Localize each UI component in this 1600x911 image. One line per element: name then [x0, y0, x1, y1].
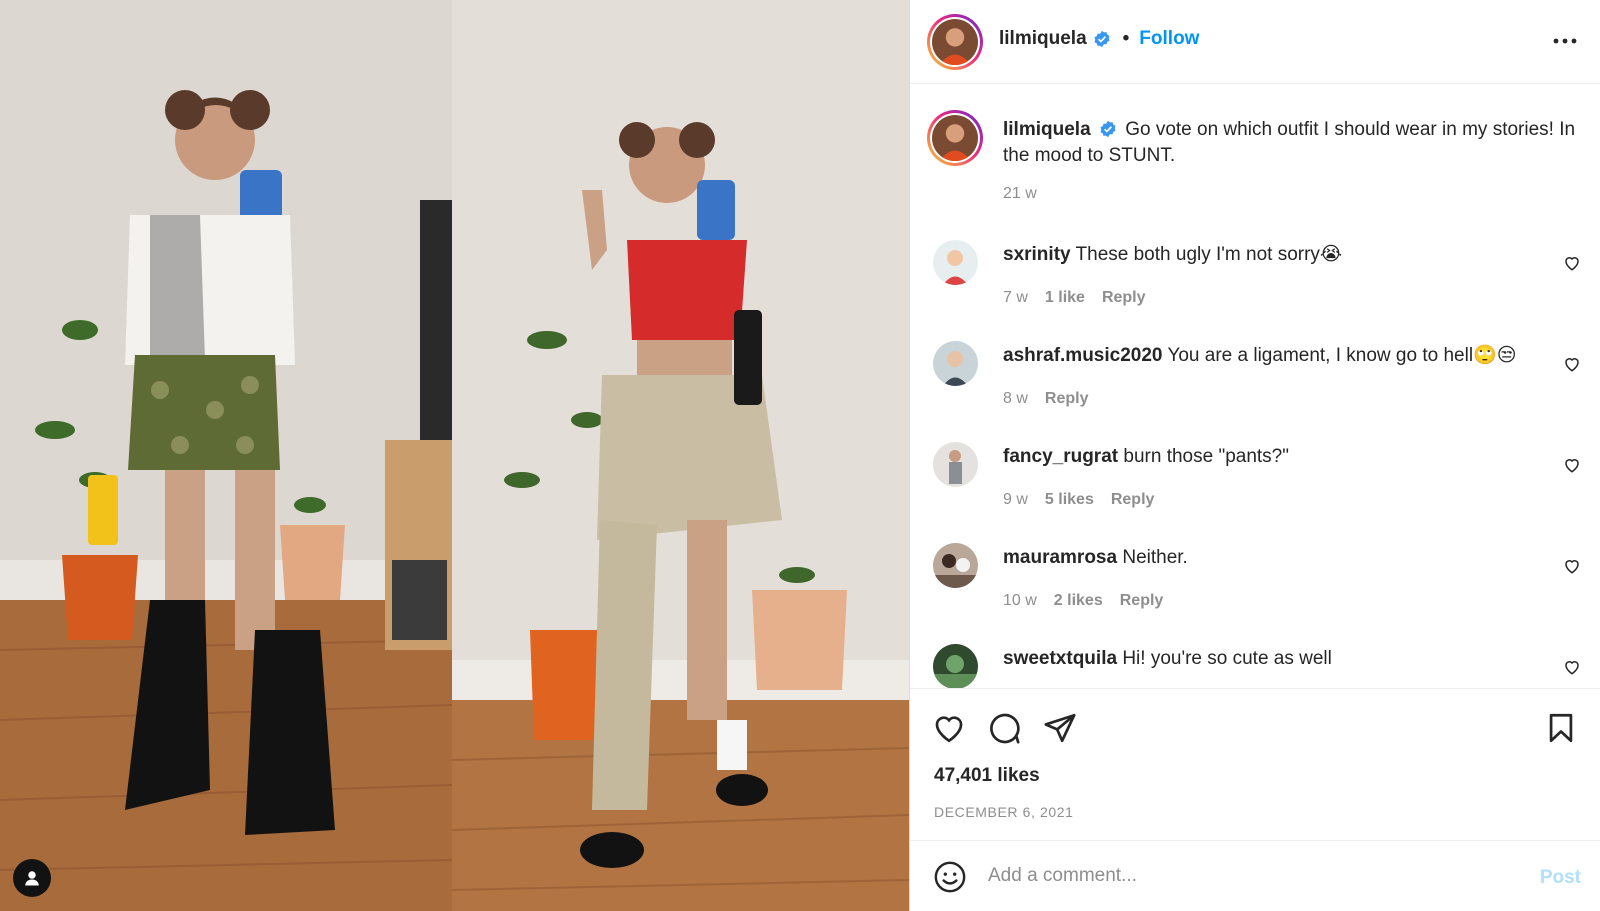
comment-text: mauramrosa Neither.	[1003, 546, 1543, 570]
reply-button[interactable]: Reply	[1102, 289, 1146, 307]
post-photo[interactable]	[0, 0, 909, 911]
comment-likes[interactable]: 5 likes	[1045, 491, 1094, 509]
comment-body: Neither.	[1122, 547, 1188, 568]
post-date: DECEMBER 6, 2021	[934, 804, 1074, 820]
more-horizontal-icon	[1553, 38, 1577, 44]
post-comment-button[interactable]: Post	[1540, 867, 1581, 889]
comment-body: These both ugly I'm not sorry😭	[1075, 244, 1343, 265]
comment-input[interactable]	[988, 857, 1508, 895]
post-actions: 47,401 likes DECEMBER 6, 2021	[910, 688, 1600, 840]
comment-composer: Post	[910, 840, 1600, 911]
caption-username[interactable]: lilmiquela	[1003, 119, 1091, 140]
comment-icon[interactable]	[987, 711, 1021, 745]
share-icon[interactable]	[1043, 711, 1077, 745]
comment-likes[interactable]: 1 like	[1045, 289, 1085, 307]
author-line: lilmiquela • Follow	[999, 28, 1199, 50]
comment-likes[interactable]: 2 likes	[1054, 592, 1103, 610]
separator-dot: •	[1122, 28, 1130, 49]
reply-button[interactable]: Reply	[1045, 390, 1089, 408]
comment-text: ashraf.music2020 You are a ligament, I k…	[1003, 344, 1543, 368]
heart-icon[interactable]	[1563, 254, 1581, 272]
comment-text: sweetxtquila Hi! you're so cute as well	[1003, 647, 1543, 671]
photo-panel-outfit-1	[0, 0, 452, 911]
emoji-icon[interactable]	[933, 860, 967, 894]
comment-item: ashraf.music2020 You are a ligament, I k…	[910, 341, 1600, 441]
comment-meta: 8 w Reply	[1003, 390, 1088, 408]
comment-body: You are a ligament, I know go to hell🙄😒	[1167, 345, 1517, 366]
comment-time: 7 w	[1003, 289, 1028, 306]
comment-body: burn those "pants?"	[1123, 446, 1289, 467]
likes-count[interactable]: 47,401 likes	[934, 765, 1040, 787]
heart-icon[interactable]	[1563, 658, 1581, 676]
comment-meta: 10 w 2 likes Reply	[1003, 592, 1163, 610]
tagged-users-button[interactable]	[13, 859, 51, 897]
comment-username[interactable]: sweetxtquila	[1003, 648, 1117, 669]
comment-text: fancy_rugrat burn those "pants?"	[1003, 445, 1543, 469]
comment-item: fancy_rugrat burn those "pants?" 9 w 5 l…	[910, 442, 1600, 542]
comment-time: 8 w	[1003, 390, 1028, 407]
caption-author-avatar[interactable]	[927, 110, 983, 166]
comment-meta: 7 w 1 like Reply	[1003, 289, 1146, 307]
author-username[interactable]: lilmiquela	[999, 28, 1087, 50]
comment-username[interactable]: mauramrosa	[1003, 547, 1117, 568]
photo-panel-outfit-2	[452, 0, 909, 911]
heart-icon[interactable]	[1563, 456, 1581, 474]
heart-icon[interactable]	[1563, 557, 1581, 575]
comment-item: mauramrosa Neither. 10 w 2 likes Reply	[910, 543, 1600, 643]
reply-button[interactable]: Reply	[1111, 491, 1155, 509]
comment-username[interactable]: ashraf.music2020	[1003, 345, 1163, 366]
commenter-avatar[interactable]	[933, 644, 978, 688]
comment-time: 10 w	[1003, 592, 1037, 609]
verified-badge-icon	[1100, 120, 1116, 138]
commenter-avatar[interactable]	[933, 442, 978, 487]
comment-text: sxrinity These both ugly I'm not sorry😭	[1003, 243, 1543, 267]
post-caption: lilmiquela Go vote on which outfit I sho…	[1003, 117, 1583, 169]
follow-button[interactable]: Follow	[1139, 28, 1199, 50]
caption-timestamp: 21 w	[1003, 185, 1037, 202]
reply-button[interactable]: Reply	[1120, 592, 1164, 610]
comment-body: Hi! you're so cute as well	[1122, 648, 1332, 669]
commenter-avatar[interactable]	[933, 240, 978, 285]
bookmark-icon[interactable]	[1544, 711, 1578, 745]
comment-username[interactable]: sxrinity	[1003, 244, 1071, 265]
comment-item: sxrinity These both ugly I'm not sorry😭 …	[910, 240, 1600, 340]
verified-badge-icon	[1094, 30, 1110, 48]
comment-time: 9 w	[1003, 491, 1028, 508]
heart-icon[interactable]	[1563, 355, 1581, 373]
author-avatar[interactable]	[927, 14, 983, 70]
commenter-avatar[interactable]	[933, 341, 978, 386]
more-options-button[interactable]	[1551, 30, 1579, 52]
user-tag-icon	[25, 871, 39, 886]
comment-meta: 9 w 5 likes Reply	[1003, 491, 1154, 509]
comment-username[interactable]: fancy_rugrat	[1003, 446, 1118, 467]
post-header: lilmiquela • Follow	[910, 0, 1600, 84]
commenter-avatar[interactable]	[933, 543, 978, 588]
post-sidebar: lilmiquela • Follow lilmiquela Go vote o…	[909, 0, 1600, 911]
comments-list[interactable]: lilmiquela Go vote on which outfit I sho…	[910, 85, 1600, 688]
comment-item: sweetxtquila Hi! you're so cute as well	[910, 644, 1600, 688]
heart-icon[interactable]	[932, 711, 966, 745]
